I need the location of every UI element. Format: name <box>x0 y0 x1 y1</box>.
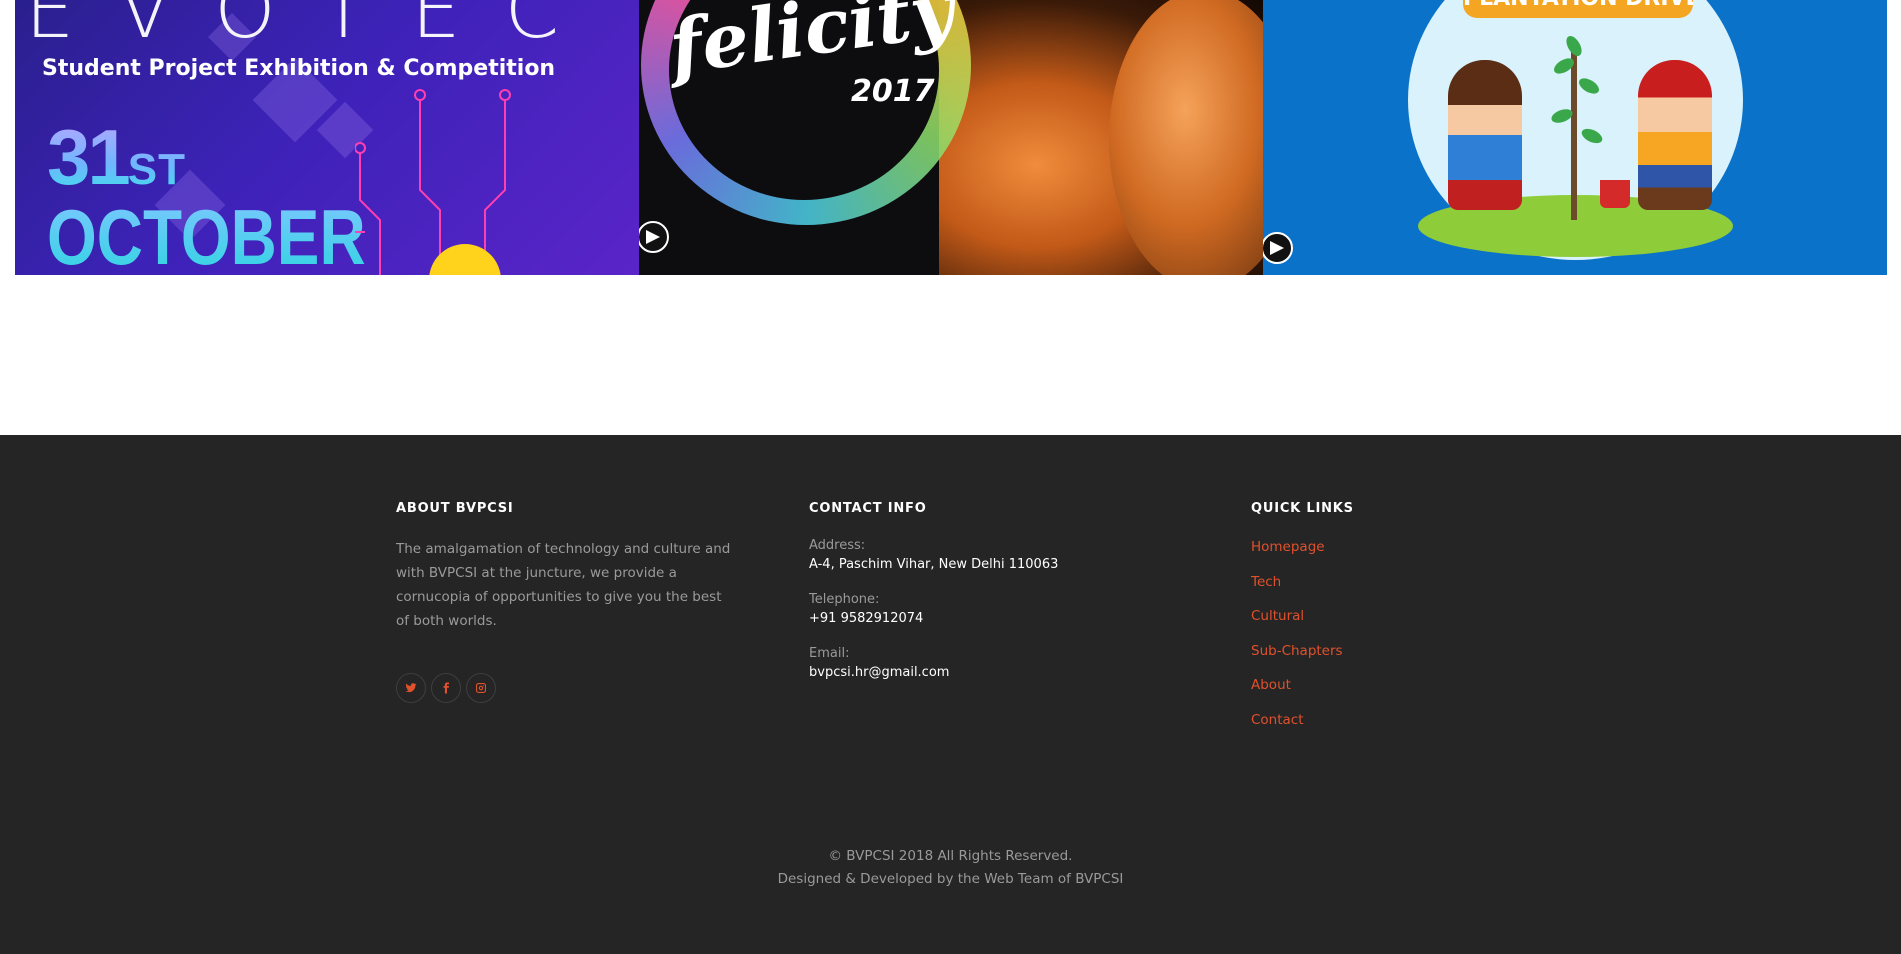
plantation-ribbon: PLANTATION DRIVE <box>1463 0 1693 18</box>
copyright-block: © BVPCSI 2018 All Rights Reserved. Desig… <box>0 845 1901 891</box>
facebook-link[interactable] <box>431 673 461 703</box>
event-gallery: EVOTEC Student Project Exhibition & Comp… <box>15 0 1887 275</box>
link-sub-chapters[interactable]: Sub-Chapters <box>1251 643 1343 659</box>
society-seal-icon <box>639 221 669 253</box>
twitter-icon <box>405 683 417 693</box>
email-block: Email: bvpcsi.hr@gmail.com <box>809 644 1169 682</box>
address-value: A-4, Paschim Vihar, New Delhi 110063 <box>809 557 1059 572</box>
evotec-subtitle: Student Project Exhibition & Competition <box>42 56 556 81</box>
social-links <box>396 673 736 703</box>
evotec-month: OCTOBER <box>47 193 366 275</box>
contact-title: CONTACT INFO <box>809 501 927 516</box>
boy-illustration <box>1638 60 1712 210</box>
circuit-graphic <box>355 89 511 275</box>
link-tech[interactable]: Tech <box>1251 574 1281 590</box>
link-cultural[interactable]: Cultural <box>1251 608 1304 624</box>
link-contact[interactable]: Contact <box>1251 712 1304 728</box>
felicity-year: 2017 <box>851 74 935 109</box>
felicity-banner[interactable]: felicity 2017 <box>639 0 1263 275</box>
evotec-date-suffix: ST <box>127 145 186 194</box>
telephone-value[interactable]: +91 9582912074 <box>809 609 1169 628</box>
about-text: The amalgamation of technology and cultu… <box>396 541 731 629</box>
telephone-label: Telephone: <box>809 592 880 607</box>
evotec-date-number: 31 <box>47 113 128 201</box>
quick-links-section: QUICK LINKS Homepage Tech Cultural Sub-C… <box>1251 501 1551 743</box>
site-footer: ABOUT BVPCSI The amalgamation of technol… <box>0 435 1901 954</box>
link-about[interactable]: About <box>1251 677 1291 693</box>
address-block: Address: A-4, Paschim Vihar, New Delhi 1… <box>809 536 1169 574</box>
plantation-banner[interactable]: PLANTATION DRIVE <box>1263 0 1887 275</box>
evotec-title: EVOTEC <box>25 0 604 56</box>
contact-section: CONTACT INFO Address: A-4, Paschim Vihar… <box>809 501 1169 682</box>
twitter-link[interactable] <box>396 673 426 703</box>
evotec-date: 31ST <box>47 118 186 196</box>
facebook-icon <box>443 682 449 694</box>
email-label: Email: <box>809 646 850 661</box>
bucket-icon <box>1600 180 1630 208</box>
copyright-text: © BVPCSI 2018 All Rights Reserved. <box>828 848 1073 864</box>
credits-text: Designed & Developed by the Web Team of … <box>777 871 1124 887</box>
society-seal-icon <box>1263 232 1293 264</box>
link-homepage[interactable]: Homepage <box>1251 539 1325 555</box>
about-title: ABOUT BVPCSI <box>396 501 514 516</box>
instagram-link[interactable] <box>466 673 496 703</box>
about-section: ABOUT BVPCSI The amalgamation of technol… <box>396 501 736 703</box>
girl-illustration <box>1448 60 1522 210</box>
quick-links-list: Homepage Tech Cultural Sub-Chapters Abou… <box>1251 536 1551 743</box>
address-label: Address: <box>809 538 866 553</box>
telephone-block: Telephone: +91 9582912074 <box>809 590 1169 628</box>
quick-links-title: QUICK LINKS <box>1251 501 1354 516</box>
evotec-banner[interactable]: EVOTEC Student Project Exhibition & Comp… <box>15 0 639 275</box>
instagram-icon <box>476 683 486 693</box>
email-value[interactable]: bvpcsi.hr@gmail.com <box>809 663 1169 682</box>
